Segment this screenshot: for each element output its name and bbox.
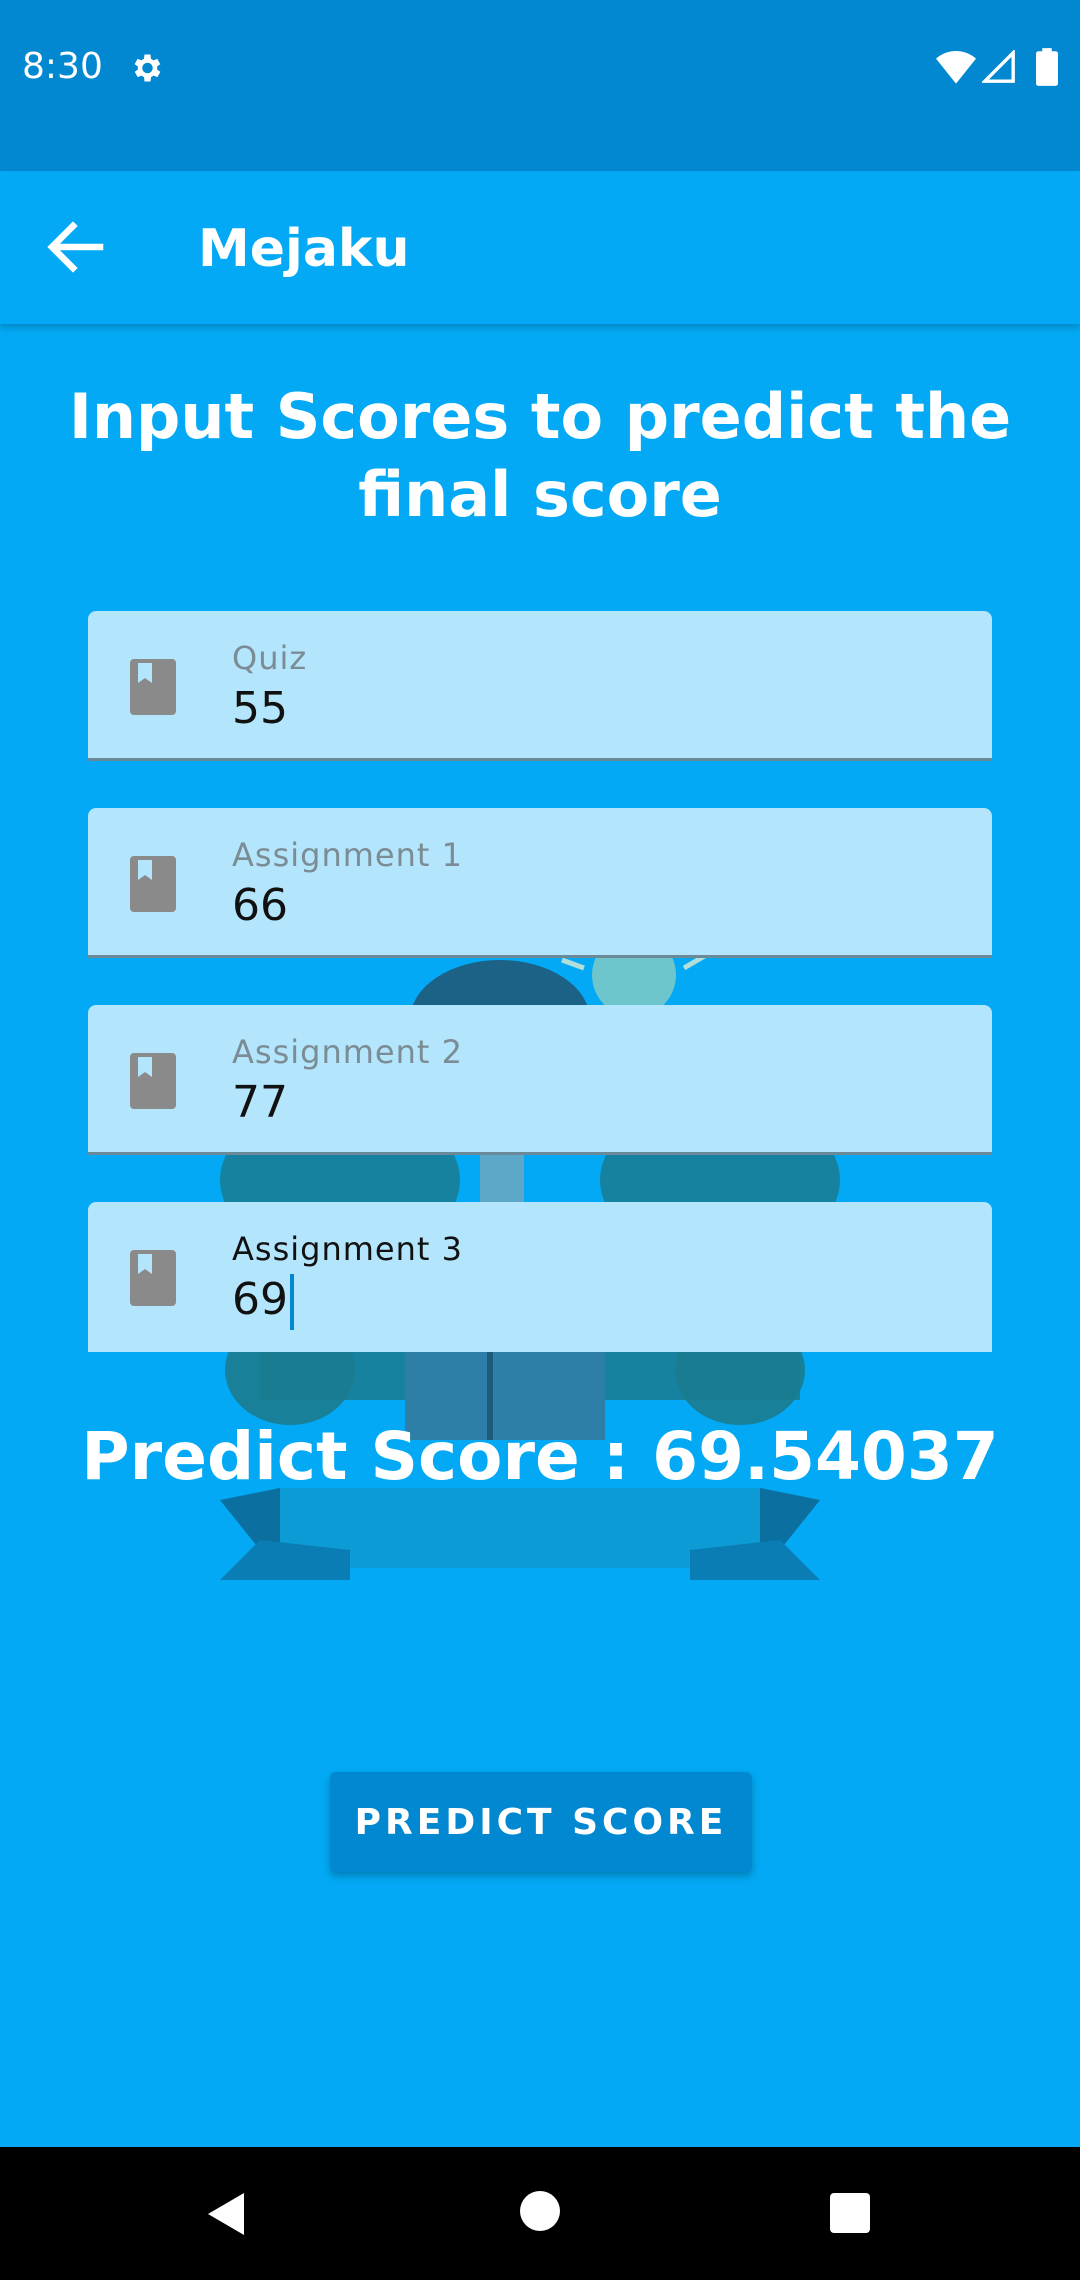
- quiz-label: Quiz: [232, 639, 308, 677]
- book-icon: [130, 1250, 176, 1306]
- battery-icon: [1036, 48, 1058, 86]
- assignment-1-field[interactable]: Assignment 1 66: [88, 808, 992, 958]
- assignment-3-field[interactable]: Assignment 3 69: [88, 1202, 992, 1352]
- book-icon: [130, 1053, 176, 1109]
- nav-back-icon[interactable]: [200, 2189, 250, 2239]
- navigation-bar: [0, 2147, 1080, 2280]
- assignment-3-input[interactable]: 69: [232, 1274, 294, 1330]
- predict-score-button[interactable]: PREDICT SCORE: [330, 1772, 752, 1872]
- nav-recents-icon[interactable]: [828, 2191, 872, 2235]
- app-title: Mejaku: [198, 219, 410, 279]
- quiz-field[interactable]: Quiz 55: [88, 611, 992, 761]
- assignment-2-input[interactable]: 77: [232, 1077, 288, 1128]
- text-cursor: [290, 1274, 294, 1330]
- assignment-2-field[interactable]: Assignment 2 77: [88, 1005, 992, 1155]
- status-time: 8:30: [22, 46, 103, 87]
- assignment-1-label: Assignment 1: [232, 836, 463, 874]
- assignment-1-input[interactable]: 66: [232, 880, 288, 931]
- settings-gear-icon: [134, 54, 161, 82]
- quiz-input[interactable]: 55: [232, 683, 288, 734]
- predict-score-result: Predict Score : 69.54037: [81, 1418, 999, 1495]
- app-bar: Mejaku: [0, 171, 1080, 324]
- nav-home-icon[interactable]: [518, 2189, 562, 2233]
- cell-signal-icon: [982, 50, 1015, 83]
- book-icon: [130, 856, 176, 912]
- assignment-3-value: 69: [232, 1274, 288, 1325]
- book-icon: [130, 659, 176, 715]
- assignment-3-label: Assignment 3: [232, 1230, 463, 1268]
- status-bar: 8:30: [0, 0, 1080, 171]
- assignment-2-label: Assignment 2: [232, 1033, 463, 1071]
- back-arrow-icon[interactable]: [40, 211, 112, 283]
- page-title: Input Scores to predict the final score: [68, 380, 1012, 531]
- wifi-icon: [936, 51, 976, 84]
